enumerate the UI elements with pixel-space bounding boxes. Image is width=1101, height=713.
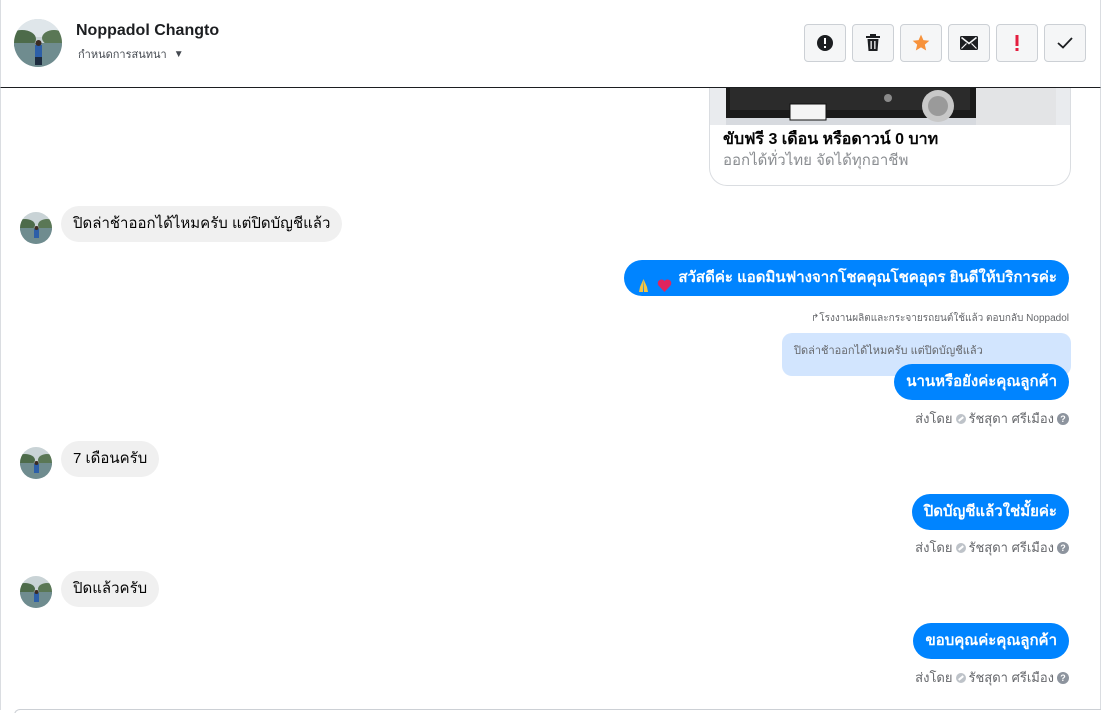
sent-by-line: ส่งโดย รัชสุดา ศรีเมือง ? [915, 537, 1069, 558]
outgoing-message[interactable]: นานหรือยังค่ะคุณลูกค้า [894, 364, 1069, 400]
contact-avatar[interactable] [14, 19, 62, 67]
contact-name[interactable]: Noppadol Changto [76, 22, 219, 40]
assign-label: กำหนดการสนทนา [78, 49, 167, 61]
trash-icon [866, 34, 880, 51]
outgoing-message-text: สวัสดีค่ะ แอดมินฟางจากโชคคุณโชคอุดร ยินด… [678, 269, 1057, 286]
outgoing-message[interactable]: ปิดบัญชีแล้วใช่มั้ยค่ะ [911, 494, 1069, 530]
caret-down-icon: ▼ [173, 48, 184, 60]
agent-status-icon [955, 413, 966, 424]
praying-hands-icon [636, 271, 651, 292]
link-preview-subtitle: ออกได้ทั่วไทย จัดได้ทุกอาชีพ [723, 152, 909, 169]
sent-by-agent[interactable]: รัชสุดา ศรีเมือง [969, 667, 1055, 688]
alert-circle-icon [817, 35, 833, 51]
conversation-header: Noppadol Changto กำหนดการสนทนา ▼ [0, 0, 1101, 88]
done-button[interactable] [1044, 24, 1086, 62]
help-icon[interactable]: ? [1057, 671, 1069, 684]
sender-avatar[interactable] [20, 212, 52, 244]
sent-by-agent[interactable]: รัชสุดา ศรีเมือง [969, 408, 1055, 429]
message-thread[interactable]: ขับฟรี 3 เดือน หรือดาวน์ 0 บาท ออกได้ทั่… [0, 88, 1101, 710]
sender-avatar[interactable] [20, 447, 52, 479]
check-icon [1057, 37, 1073, 49]
incoming-message[interactable]: ปิดแล้วครับ [61, 571, 160, 607]
follow-up-button[interactable] [996, 24, 1038, 62]
sent-by-line: ส่งโดย รัชสุดา ศรีเมือง ? [915, 667, 1069, 688]
sent-by-prefix: ส่งโดย [915, 670, 953, 685]
help-icon[interactable]: ? [1057, 412, 1069, 425]
mark-unread-button[interactable] [948, 24, 990, 62]
message-composer[interactable] [14, 709, 1101, 713]
sender-avatar[interactable] [20, 576, 52, 608]
delete-button[interactable] [852, 24, 894, 62]
conversation-actions [804, 24, 1086, 62]
sent-by-prefix: ส่งโดย [915, 540, 953, 555]
spam-button[interactable] [804, 24, 846, 62]
incoming-message[interactable]: 7 เดือนครับ [61, 441, 160, 477]
sent-by-prefix: ส่งโดย [915, 411, 953, 426]
exclamation-icon [1015, 35, 1019, 51]
help-icon[interactable]: ? [1057, 541, 1069, 554]
reply-context: ↱โรงงานผลิตและกระจายรถยนต์ใช้แล้ว ตอบกลั… [811, 311, 1069, 326]
outgoing-message[interactable]: สวัสดีค่ะ แอดมินฟางจากโชคคุณโชคอุดร ยินด… [624, 260, 1069, 296]
reply-context-text: โรงงานผลิตและกระจายรถยนต์ใช้แล้ว ตอบกลับ… [819, 313, 1069, 324]
sent-by-line: ส่งโดย รัชสุดา ศรีเมือง ? [915, 408, 1069, 429]
link-preview-card[interactable]: ขับฟรี 3 เดือน หรือดาวน์ 0 บาท ออกได้ทั่… [709, 88, 1071, 186]
car-image [710, 88, 1070, 125]
agent-status-icon [955, 672, 966, 683]
envelope-icon [960, 36, 978, 50]
star-icon [912, 34, 930, 51]
outgoing-message[interactable]: ขอบคุณค่ะคุณลูกค้า [913, 623, 1069, 659]
star-button[interactable] [900, 24, 942, 62]
incoming-message[interactable]: ปิดล่าช้าออกได้ไหมครับ แต่ปิดบัญชีแล้ว [61, 206, 343, 242]
red-heart-icon [657, 271, 672, 292]
quoted-message-text: ปิดล่าช้าออกได้ไหมครับ แต่ปิดบัญชีแล้ว [794, 345, 983, 357]
agent-status-icon [955, 542, 966, 553]
assign-conversation-dropdown[interactable]: กำหนดการสนทนา ▼ [78, 45, 184, 63]
sent-by-agent[interactable]: รัชสุดา ศรีเมือง [969, 537, 1055, 558]
reply-arrow-icon: ↱ [810, 313, 820, 324]
